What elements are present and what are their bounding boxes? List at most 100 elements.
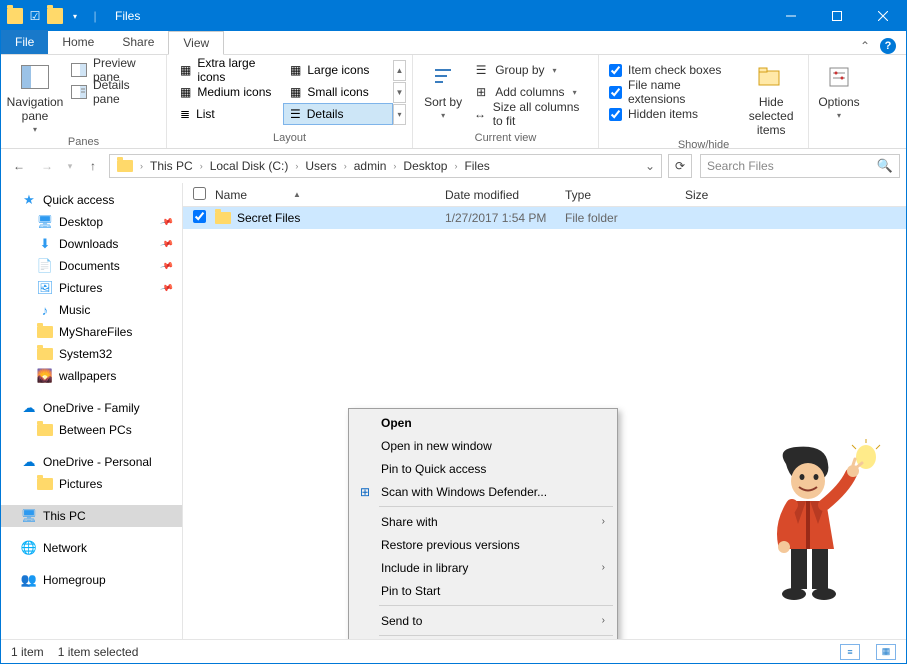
sidebar-item-downloads[interactable]: ⬇Downloads xyxy=(1,233,182,255)
maximize-button[interactable] xyxy=(814,1,860,31)
context-menu: Open Open in new window Pin to Quick acc… xyxy=(348,408,618,639)
chevron-right-icon: › xyxy=(602,562,605,573)
sidebar-item-music[interactable]: ♪Music xyxy=(1,299,182,321)
layout-details-button[interactable]: ☰Details xyxy=(283,103,393,125)
ctx-send-to[interactable]: Send to› xyxy=(351,609,615,632)
ctx-share-with[interactable]: Share with› xyxy=(351,510,615,533)
layout-more-icon[interactable]: ▾ xyxy=(393,104,406,125)
mascot-illustration xyxy=(736,439,886,609)
folder-icon xyxy=(47,8,63,24)
address-bar-row: ← → ▾ ↑ › This PC › Local Disk (C:) › Us… xyxy=(1,149,906,183)
navigation-pane-button[interactable]: Navigation pane ▾ xyxy=(7,59,63,134)
sidebar-item-documents[interactable]: 📄Documents xyxy=(1,255,182,277)
folder-icon xyxy=(37,476,53,492)
chevron-right-icon[interactable]: › xyxy=(391,161,398,171)
breadcrumb-dropdown-icon[interactable]: ⌄ xyxy=(641,159,659,173)
ctx-include-library[interactable]: Include in library› xyxy=(351,556,615,579)
sidebar-item-myshare[interactable]: MyShareFiles xyxy=(1,321,182,343)
back-button[interactable]: ← xyxy=(7,154,31,178)
ctx-open[interactable]: Open xyxy=(351,411,615,434)
sidebar-item-wallpapers[interactable]: 🌄wallpapers xyxy=(1,365,182,387)
help-icon[interactable]: ? xyxy=(880,38,896,54)
group-icon: ☰ xyxy=(473,62,489,78)
minimize-button[interactable] xyxy=(768,1,814,31)
sidebar-item-system32[interactable]: System32 xyxy=(1,343,182,365)
file-extensions-toggle[interactable]: File name extensions xyxy=(605,81,740,103)
sidebar-item-between-pcs[interactable]: Between PCs xyxy=(1,419,182,441)
hide-selected-button[interactable]: Hide selected items xyxy=(740,59,802,137)
recent-dropdown-icon[interactable]: ▾ xyxy=(63,154,77,178)
breadcrumb-segment[interactable]: Local Disk (C:) xyxy=(205,155,294,177)
layout-medium-button[interactable]: ▦Medium icons xyxy=(173,81,283,103)
breadcrumb-segment[interactable]: This PC xyxy=(145,155,198,177)
sidebar-item-od-pictures[interactable]: Pictures xyxy=(1,473,182,495)
layout-icon: ▦ xyxy=(290,85,301,99)
ctx-scan-defender[interactable]: ⊞Scan with Windows Defender... xyxy=(351,480,615,503)
column-header-date[interactable]: Date modified xyxy=(445,188,565,202)
ctx-pin-start[interactable]: Pin to Start xyxy=(351,579,615,602)
sidebar: ★Quick access 🖥Desktop ⬇Downloads 📄Docum… xyxy=(1,183,183,639)
qat-properties-icon[interactable]: ☑ xyxy=(27,8,43,24)
music-icon: ♪ xyxy=(37,302,53,318)
minimize-ribbon-icon[interactable]: ⌃ xyxy=(860,39,870,53)
file-date: 1/27/2017 1:54 PM xyxy=(445,211,565,225)
chevron-right-icon[interactable]: › xyxy=(342,161,349,171)
breadcrumb-segment[interactable]: Files xyxy=(459,155,494,177)
sidebar-item-quick-access[interactable]: ★Quick access xyxy=(1,189,182,211)
search-input[interactable]: Search Files 🔍 xyxy=(700,154,900,178)
select-all-checkbox[interactable] xyxy=(193,187,206,200)
qat-dropdown-icon[interactable]: ▾ xyxy=(67,8,83,24)
close-button[interactable] xyxy=(860,1,906,31)
ctx-pin-quick[interactable]: Pin to Quick access xyxy=(351,457,615,480)
details-pane-button[interactable]: Details pane xyxy=(67,81,160,103)
layout-list-button[interactable]: ≣List xyxy=(173,103,283,125)
column-header-type[interactable]: Type xyxy=(565,188,685,202)
sidebar-item-pictures[interactable]: 🖼Pictures xyxy=(1,277,182,299)
sidebar-item-network[interactable]: 🌐Network xyxy=(1,537,182,559)
breadcrumb[interactable]: › This PC › Local Disk (C:) › Users › ad… xyxy=(109,154,662,178)
layout-scroll-down-icon[interactable]: ▼ xyxy=(393,82,406,103)
sidebar-item-homegroup[interactable]: 👥Homegroup xyxy=(1,569,182,591)
layout-small-button[interactable]: ▦Small icons xyxy=(283,81,393,103)
sidebar-item-onedrive-personal[interactable]: ☁OneDrive - Personal xyxy=(1,451,182,473)
forward-button[interactable]: → xyxy=(35,154,59,178)
layout-icon: ≣ xyxy=(180,107,190,121)
hidden-items-toggle[interactable]: Hidden items xyxy=(605,103,740,125)
desktop-icon: 🖥 xyxy=(37,214,53,230)
layout-scroll-up-icon[interactable]: ▲ xyxy=(393,60,406,81)
layout-icon: ▦ xyxy=(290,63,301,77)
file-row[interactable]: Secret Files 1/27/2017 1:54 PM File fold… xyxy=(183,207,906,229)
group-by-button[interactable]: ☰Group by▾ xyxy=(469,59,592,81)
tab-share[interactable]: Share xyxy=(108,30,168,54)
options-button[interactable]: Options ▾ xyxy=(815,59,863,142)
ctx-open-new-window[interactable]: Open in new window xyxy=(351,434,615,457)
size-columns-button[interactable]: ↔Size all columns to fit xyxy=(469,103,592,125)
breadcrumb-segment[interactable]: admin xyxy=(349,155,392,177)
column-header-size[interactable]: Size xyxy=(685,188,765,202)
ctx-restore-versions[interactable]: Restore previous versions xyxy=(351,533,615,556)
details-view-button[interactable]: ≡ xyxy=(840,644,860,660)
sidebar-item-this-pc[interactable]: 🖥This PC xyxy=(1,505,182,527)
sidebar-item-onedrive-family[interactable]: ☁OneDrive - Family xyxy=(1,397,182,419)
thumbnails-view-button[interactable]: ▦ xyxy=(876,644,896,660)
sort-by-button[interactable]: Sort by ▾ xyxy=(419,59,467,130)
row-checkbox[interactable] xyxy=(193,210,206,223)
tab-view[interactable]: View xyxy=(168,31,224,55)
chevron-right-icon[interactable]: › xyxy=(138,161,145,171)
column-header-name[interactable]: Name▲ xyxy=(215,188,445,202)
tab-file[interactable]: File xyxy=(1,30,48,54)
layout-large-button[interactable]: ▦Large icons xyxy=(283,59,393,81)
sidebar-item-desktop[interactable]: 🖥Desktop xyxy=(1,211,182,233)
chevron-right-icon[interactable]: › xyxy=(293,161,300,171)
pc-icon: 🖥 xyxy=(21,508,37,524)
chevron-right-icon[interactable]: › xyxy=(198,161,205,171)
breadcrumb-segment[interactable]: Users xyxy=(300,155,341,177)
breadcrumb-segment[interactable]: Desktop xyxy=(398,155,452,177)
refresh-button[interactable]: ⟳ xyxy=(668,154,692,178)
download-icon: ⬇ xyxy=(37,236,53,252)
layout-extra-large-button[interactable]: ▦Extra large icons xyxy=(173,59,283,81)
chevron-right-icon[interactable]: › xyxy=(452,161,459,171)
up-button[interactable]: ↑ xyxy=(81,154,105,178)
tab-home[interactable]: Home xyxy=(48,30,108,54)
status-bar: 1 item 1 item selected ≡ ▦ xyxy=(1,639,906,663)
